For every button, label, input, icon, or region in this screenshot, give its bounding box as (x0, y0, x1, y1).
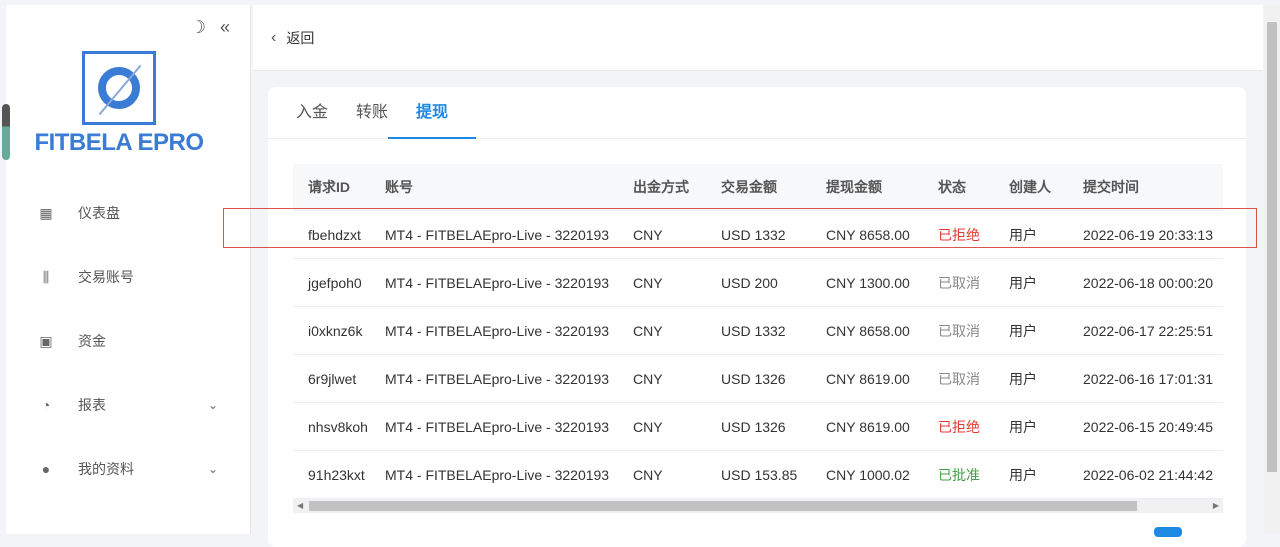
table-cell: 用户 (1009, 466, 1037, 483)
table-cell: MT4 - FITBELAEpro-Live - 3220193 (385, 370, 610, 387)
tab-0[interactable]: 入金 (296, 87, 328, 138)
column-header[interactable]: 创建人 (1009, 177, 1083, 197)
scroll-left-arrow-icon[interactable]: ◀ (297, 499, 303, 513)
wallet-icon: ▣ (39, 333, 53, 349)
sidebar: ☽ « FITBELA EPRO ▦ 仪表盘 ⫼ 交易账号 ▣ 资金 ◔ 报表 ⌄ ● 我的资料 ⌄ (6, 5, 251, 534)
vertical-scrollbar[interactable] (1264, 5, 1280, 534)
table-cell: MT4 - FITBELAEpro-Live - 3220193 (385, 274, 610, 291)
column-header[interactable]: 账号 (385, 177, 633, 197)
table-row[interactable]: nhsv8koh MT4 - FITBELAEpro-Live - 3220193… (293, 403, 1223, 451)
back-button[interactable]: ‹ 返回 (271, 28, 314, 48)
collapse-sidebar-icon[interactable]: « (220, 17, 230, 38)
table-cell: 2022-06-15 20:49:45 (1083, 418, 1213, 435)
table-cell: 6r9jlwet (308, 370, 357, 387)
table-header: 请求ID 账号 出金方式 交易金额 提现金额 状态 创建人 提交时间 (293, 164, 1223, 211)
table-cell: jgefpoh0 (308, 274, 362, 291)
table-cell: MT4 - FITBELAEpro-Live - 3220193 (385, 322, 610, 339)
status-badge: 已取消 (938, 322, 980, 339)
table-cell: MT4 - FITBELAEpro-Live - 3220193 (385, 418, 610, 435)
table-row[interactable]: 91h23kxt MT4 - FITBELAEpro-Live - 3220193… (293, 451, 1223, 499)
table-cell: 2022-06-16 17:01:31 (1083, 370, 1213, 387)
horizontal-scrollbar[interactable]: ◀ ▶ (293, 499, 1223, 513)
sidebar-item-2[interactable]: ▣ 资金 (6, 309, 250, 373)
table-cell: CNY 1000.02 (826, 466, 910, 483)
table-cell: USD 1326 (721, 370, 786, 387)
highlight-box (223, 208, 1257, 248)
sidebar-item-1[interactable]: ⫼ 交易账号 (6, 245, 250, 309)
column-header[interactable]: 提现金额 (826, 177, 938, 197)
column-header[interactable]: 出金方式 (633, 177, 721, 197)
table-cell: CNY 8619.00 (826, 370, 910, 387)
page-header: ‹ 返回 (253, 5, 1263, 71)
chevron-left-icon: ‹ (271, 28, 277, 46)
column-header[interactable]: 提交时间 (1083, 177, 1223, 197)
column-header[interactable]: 交易金额 (721, 177, 826, 197)
table-cell: i0xknz6k (308, 322, 363, 339)
table-cell: CNY (633, 274, 663, 291)
table-row[interactable]: jgefpoh0 MT4 - FITBELAEpro-Live - 3220193… (293, 259, 1223, 307)
status-badge: 已批准 (938, 466, 980, 483)
sidebar-item-4[interactable]: ● 我的资料 ⌄ (6, 437, 250, 501)
chevron-down-icon: ⌄ (207, 398, 218, 412)
table-cell: 2022-06-17 22:25:51 (1083, 322, 1213, 339)
brand-logo: FITBELA EPRO (34, 51, 204, 157)
table-cell: USD 1332 (721, 322, 786, 339)
trading-icon: ⫼ (42, 269, 50, 285)
table-cell: nhsv8koh (308, 418, 368, 435)
status-badge: 已取消 (938, 370, 980, 387)
table-row[interactable]: 6r9jlwet MT4 - FITBELAEpro-Live - 3220193… (293, 355, 1223, 403)
table-cell: CNY (633, 322, 663, 339)
table-cell: CNY 1300.00 (826, 274, 910, 291)
table-cell: CNY 8619.00 (826, 418, 910, 435)
table-cell: USD 153.85 (721, 466, 798, 483)
table-cell: CNY (633, 370, 663, 387)
pagination-button[interactable] (1154, 527, 1182, 537)
pie-chart-icon: ◔ (41, 397, 51, 413)
sidebar-item-3[interactable]: ◔ 报表 ⌄ (6, 373, 250, 437)
tab-1[interactable]: 转账 (356, 87, 388, 138)
column-header[interactable]: 请求ID (293, 177, 385, 197)
table-cell: USD 1326 (721, 418, 786, 435)
chevron-down-icon: ⌄ (207, 462, 218, 476)
table-cell: CNY 8658.00 (826, 322, 910, 339)
column-header[interactable]: 状态 (938, 177, 1009, 197)
table-cell: USD 200 (721, 274, 778, 291)
table-cell: CNY (633, 418, 663, 435)
table-row[interactable]: i0xknz6k MT4 - FITBELAEpro-Live - 3220193… (293, 307, 1223, 355)
table-cell: 2022-06-02 21:44:42 (1083, 466, 1213, 483)
status-badge: 已取消 (938, 274, 980, 291)
status-badge: 已拒绝 (938, 418, 980, 435)
tab-2[interactable]: 提现 (388, 87, 477, 139)
table-cell: 用户 (1009, 370, 1037, 387)
table-cell: 91h23kxt (308, 466, 365, 483)
table-cell: CNY (633, 466, 663, 483)
sidebar-item-0[interactable]: ▦ 仪表盘 (6, 181, 250, 245)
user-icon: ● (41, 461, 51, 477)
table-cell: 2022-06-18 00:00:20 (1083, 274, 1213, 291)
scroll-right-arrow-icon[interactable]: ▶ (1213, 499, 1219, 513)
table-cell: MT4 - FITBELAEpro-Live - 3220193 (385, 466, 610, 483)
withdrawals-card: 入金 转账 提现 请求ID 账号 出金方式 交易金额 提现金额 状态 创建人 提交时间 fbehdz… (268, 87, 1246, 547)
dark-mode-moon-icon[interactable]: ☽ (190, 17, 206, 38)
table-cell: 用户 (1009, 274, 1037, 291)
tab-bar: 入金 转账 提现 (268, 87, 1246, 139)
dashboard-icon: ▦ (39, 205, 53, 221)
table-cell: 用户 (1009, 322, 1037, 339)
side-scroll-handle[interactable] (2, 104, 10, 160)
table-cell: 用户 (1009, 418, 1037, 435)
